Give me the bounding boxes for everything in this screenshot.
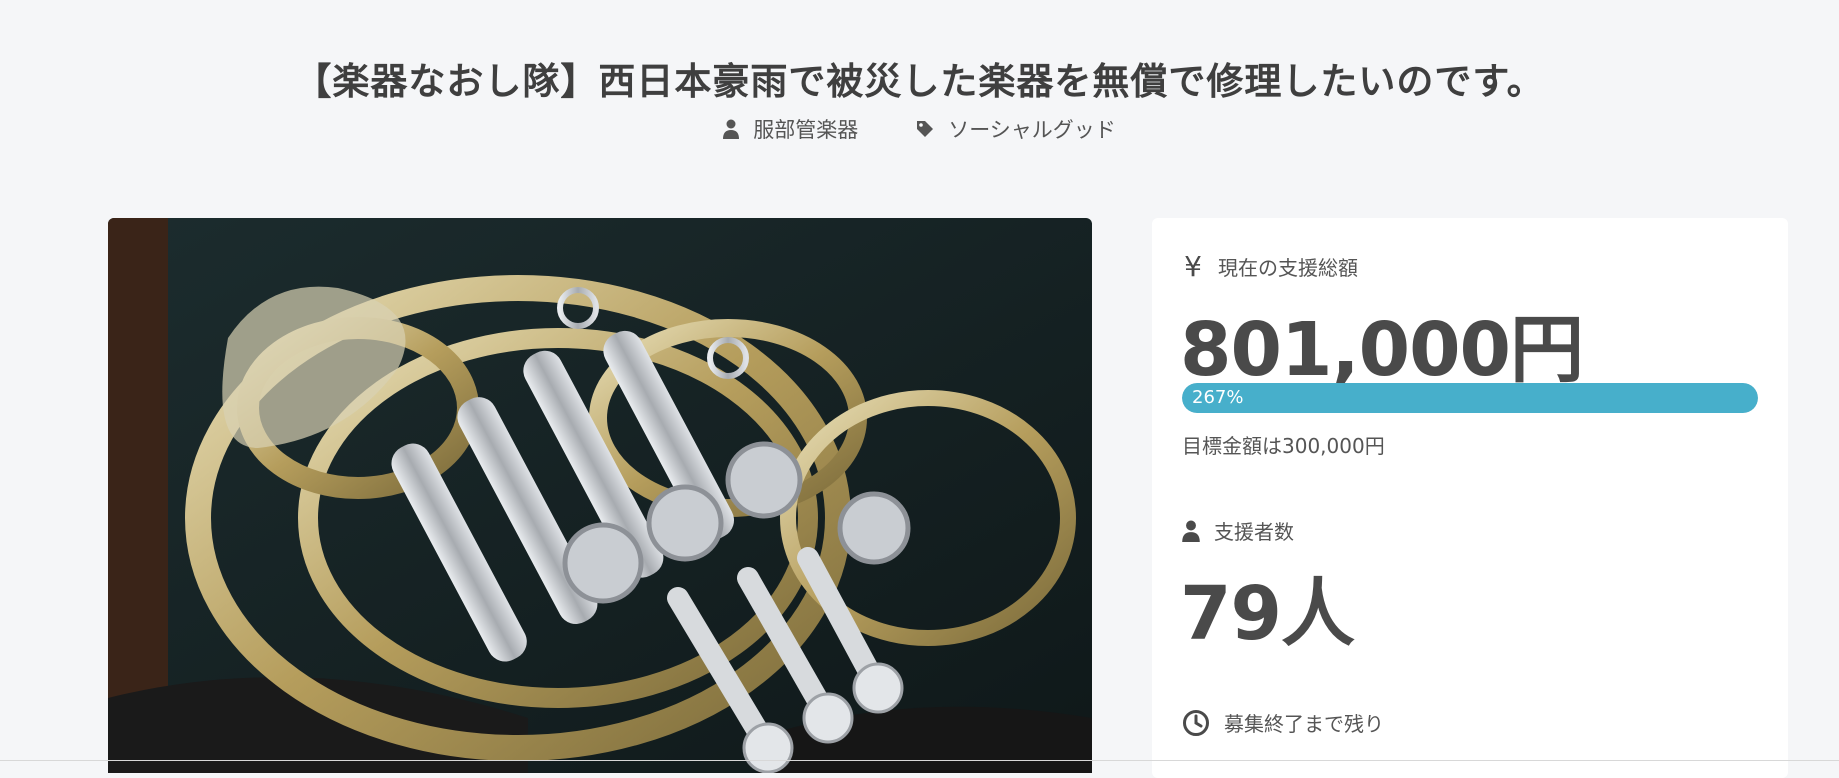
supporters-label-row: 支援者数 <box>1182 516 1294 545</box>
funding-panel: ¥ 現在の支援総額 801,000円 267% 目標金額は300,000円 支援… <box>1152 218 1788 778</box>
tag-icon <box>917 121 934 137</box>
category-name: ソーシャルグッド <box>948 118 1116 142</box>
funding-goal: 目標金額は300,000円 <box>1182 434 1385 458</box>
project-meta: 服部管楽器 ソーシャルグッド <box>0 114 1839 144</box>
project-main-image <box>108 218 1092 773</box>
yen-icon: ¥ <box>1184 250 1202 283</box>
category-link[interactable]: ソーシャルグッド <box>916 114 1116 144</box>
funding-amount: 801,000円 <box>1180 307 1584 393</box>
supporters-count: 79人 <box>1180 571 1355 657</box>
owner-name: 服部管楽器 <box>753 118 859 142</box>
remaining-label: 募集終了まで残り <box>1224 712 1384 736</box>
person-icon <box>1182 520 1200 542</box>
page-title: 【楽器なおし隊】西日本豪雨で被災した楽器を無償で修理したいのです。 <box>294 59 1545 103</box>
funding-percent: 267% <box>1192 387 1244 408</box>
supporters-label: 支援者数 <box>1214 520 1294 544</box>
clock-icon <box>1183 709 1209 736</box>
bottom-divider <box>0 760 1839 761</box>
funding-label: 現在の支援総額 <box>1218 256 1358 280</box>
funding-progress-fill <box>1182 383 1758 413</box>
remaining-label-row: 募集終了まで残り <box>1182 708 1384 737</box>
person-icon <box>723 119 740 139</box>
funding-progress-bar: 267% <box>1182 383 1758 413</box>
funding-label-row: ¥ 現在の支援総額 <box>1182 250 1358 283</box>
owner-link[interactable]: 服部管楽器 <box>723 114 858 144</box>
french-horn-image <box>108 218 1092 773</box>
